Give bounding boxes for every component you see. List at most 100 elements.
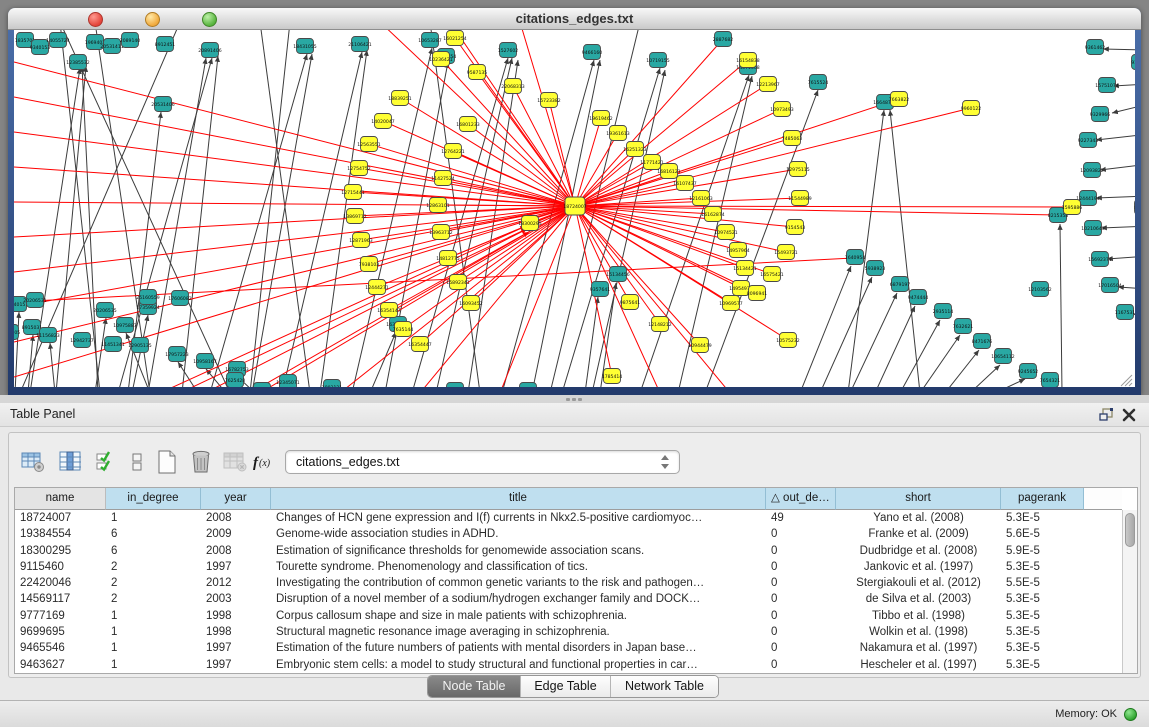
network-node[interactable]: 9466160 (582, 45, 603, 60)
table-row[interactable]: 911546021997Tourette syndrome. Phenomeno… (15, 559, 1137, 575)
table-row[interactable]: 977716911998Corpus callosum shape and si… (15, 608, 1137, 624)
network-node[interactable]: 12754752 (347, 161, 370, 176)
network-node[interactable]: 10236421 (429, 52, 452, 67)
table-cell[interactable]: 0 (766, 624, 836, 640)
close-panel-icon[interactable] (1121, 408, 1137, 422)
network-node[interactable]: 10973493 (770, 102, 793, 117)
table-cell[interactable]: 5.3E-5 (1001, 559, 1084, 575)
column-header-title[interactable]: title (271, 488, 766, 510)
network-node[interactable]: 20891406 (198, 43, 221, 58)
network-node[interactable]: 17957223 (165, 347, 188, 362)
table-cell[interactable]: 1997 (201, 640, 271, 656)
network-node[interactable]: 9474444 (908, 290, 929, 305)
table-cell[interactable]: 2003 (201, 591, 271, 607)
table-cell[interactable]: 0 (766, 559, 836, 575)
table-cell[interactable]: 9465546 (15, 640, 106, 656)
table-cell[interactable]: Estimation of significance thresholds fo… (271, 543, 766, 559)
network-node[interactable]: 20206535 (93, 303, 116, 318)
table-row[interactable]: 946362711997Embryonic stem cells: a mode… (15, 657, 1137, 673)
network-node[interactable]: 7615524 (808, 75, 829, 90)
network-node[interactable]: 9960122 (961, 101, 982, 116)
network-node[interactable]: 16354147 (377, 303, 400, 318)
column-header-in_degree[interactable]: in_degree (106, 488, 201, 510)
table-cell[interactable]: Tibbo et al. (1998) (836, 608, 1001, 624)
network-node[interactable]: 10653287 (418, 33, 441, 48)
network-node[interactable]: 16154838 (736, 53, 759, 68)
canvas-resize-grip[interactable] (1121, 375, 1132, 386)
tab-node-table[interactable]: Node Table (428, 676, 521, 697)
network-node[interactable]: 14812775 (436, 251, 459, 266)
table-select-dropdown[interactable]: citations_edges.txt (285, 450, 680, 474)
network-node[interactable]: 21106421 (348, 37, 371, 52)
network-node[interactable]: 19361613 (606, 126, 629, 141)
table-cell[interactable]: 2012 (201, 575, 271, 591)
table-cell[interactable]: 5.3E-5 (1001, 608, 1084, 624)
table-cell[interactable]: Estimation of the future numbers of pati… (271, 640, 766, 656)
table-cell[interactable]: Stergiakouli et al. (2012) (836, 575, 1001, 591)
table-cell[interactable]: 2 (106, 575, 201, 591)
table-cell[interactable]: 5.3E-5 (1001, 591, 1084, 607)
panel-divider[interactable] (0, 395, 1149, 403)
network-node[interactable]: 10969577 (719, 296, 742, 311)
network-node[interactable]: 9154543 (785, 220, 806, 235)
network-node[interactable]: 9227343 (1078, 133, 1099, 148)
table-cell[interactable]: 1 (106, 608, 201, 624)
network-node[interactable]: 16107437 (673, 176, 696, 191)
table-cell[interactable]: 0 (766, 640, 836, 656)
column-header-out_de[interactable]: △ out_de… (766, 488, 836, 510)
table-cell[interactable]: 0 (766, 657, 836, 673)
network-node[interactable]: 12563551 (357, 137, 380, 152)
network-node[interactable]: 14020047 (371, 114, 394, 129)
network-node[interactable]: 16354447 (408, 337, 431, 352)
network-node[interactable]: 12942737 (70, 333, 93, 348)
zoom-window-button[interactable] (202, 12, 217, 27)
table-cell[interactable]: 5.3E-5 (1001, 640, 1084, 656)
table-cell[interactable]: Genome-wide association studies in ADHD. (271, 526, 766, 542)
network-graph-svg[interactable]: 1835701934015314055724123855321969403205… (14, 30, 1135, 387)
network-node[interactable]: 15751074 (1095, 78, 1118, 93)
network-node[interactable]: 16801233 (456, 117, 479, 132)
network-node[interactable]: 8471676 (972, 334, 993, 349)
network-node[interactable]: 12161063 (689, 191, 712, 206)
table-cell[interactable]: 19384554 (15, 526, 106, 542)
network-node[interactable]: 10944479 (688, 338, 711, 353)
table-cell[interactable]: 0 (766, 608, 836, 624)
column-select-icon[interactable] (55, 447, 85, 477)
table-cell[interactable]: Franke et al. (2009) (836, 526, 1001, 542)
network-node[interactable]: 18724007 (563, 197, 586, 215)
table-cell[interactable]: 0 (766, 543, 836, 559)
table-cell[interactable]: 2008 (201, 510, 271, 526)
network-node[interactable]: 17016504 (1098, 278, 1121, 293)
table-cell[interactable]: 5.9E-5 (1001, 543, 1084, 559)
network-node[interactable]: 16575421 (760, 267, 783, 282)
table-cell[interactable]: 9463627 (15, 657, 106, 673)
network-node[interactable]: 1595886 (1062, 200, 1083, 215)
table-row[interactable]: 2242004622012Investigating the contribut… (15, 575, 1137, 591)
network-node[interactable]: 15134421 (733, 261, 756, 276)
table-cell[interactable]: Jankovic et al. (1997) (836, 559, 1001, 575)
table-cell[interactable]: Embryonic stem cells: a model to study s… (271, 657, 766, 673)
network-node[interactable]: 2935114 (933, 304, 954, 319)
network-node[interactable]: 11451341 (101, 337, 124, 352)
network-node[interactable]: 2089140 (120, 33, 141, 48)
network-node[interactable]: 6879197 (890, 277, 911, 292)
table-cell[interactable]: Corpus callosum shape and size in male p… (271, 608, 766, 624)
minimize-window-button[interactable] (145, 12, 160, 27)
network-node[interactable]: 10719155 (646, 53, 669, 68)
network-canvas[interactable]: 1835701934015314055724123855321969403205… (14, 30, 1135, 387)
table-cell[interactable]: 2009 (201, 526, 271, 542)
network-node[interactable]: 11427524 (431, 171, 454, 186)
table-row[interactable]: 1872400712008Changes of HCN gene express… (15, 510, 1137, 526)
network-node[interactable]: 9245652 (1018, 364, 1039, 379)
network-node[interactable]: 10975887 (113, 318, 136, 333)
panel-divider-grip[interactable] (566, 398, 570, 401)
network-node[interactable]: 9875641 (620, 295, 641, 310)
network-node[interactable]: 8912451 (155, 37, 176, 52)
scrollbar-thumb[interactable] (1125, 513, 1135, 547)
network-node[interactable]: 12345071 (276, 375, 299, 388)
network-node[interactable]: 5938923 (865, 261, 886, 276)
network-node[interactable]: 12148212 (648, 317, 671, 332)
table-cell[interactable]: 1997 (201, 657, 271, 673)
network-node[interactable]: 1153505 (14, 325, 20, 340)
table-cell[interactable]: Yano et al. (2008) (836, 510, 1001, 526)
